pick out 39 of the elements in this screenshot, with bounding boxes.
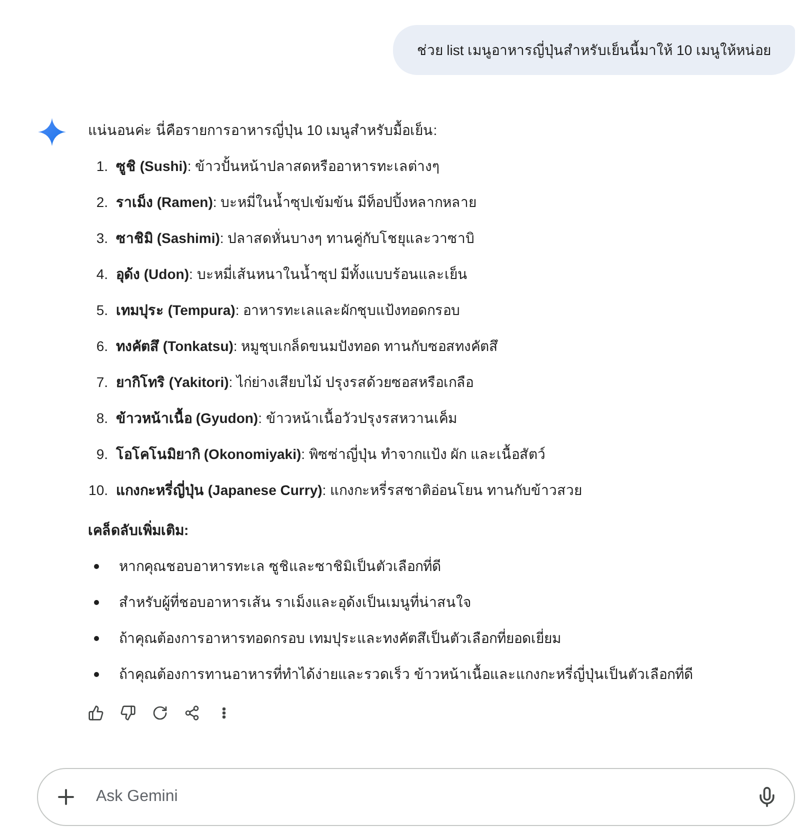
list-number: 8. bbox=[95, 409, 108, 428]
list-number: 1. bbox=[95, 157, 108, 176]
list-item-text: ราเม็ง (Ramen): บะหมี่ในน้ำซุปเข้มข้น มีท็อปปิ้งหลากหลาย bbox=[116, 191, 477, 213]
tip-text: หากคุณชอบอาหารทะเล ซูชิและซาชิมิเป็นตัวเลือกที่ดี bbox=[119, 556, 441, 577]
prompt-field[interactable]: Ask Gemini bbox=[37, 768, 795, 826]
tip-text: ถ้าคุณต้องการอาหารทอดกรอบ เทมปุระและทงคัตสึเป็นตัวเลือกที่ยอดเยี่ยม bbox=[119, 628, 561, 649]
list-number: 6. bbox=[95, 337, 108, 356]
share-button[interactable] bbox=[184, 705, 200, 721]
list-item-text: ข้าวหน้าเนื้อ (Gyudon): ข้าวหน้าเนื้อวัวปรุงรสหวานเค็ม bbox=[116, 407, 457, 429]
list-item-text: ซาชิมิ (Sashimi): ปลาสดหั่นบางๆ ทานคู่กับโชยุและวาซาบิ bbox=[116, 228, 475, 249]
bullet-icon bbox=[94, 636, 99, 640]
bullet-icon bbox=[94, 672, 99, 676]
sparkle-icon bbox=[38, 118, 66, 146]
list-item-text: โอโคโนมิยากิ (Okonomiyaki): พิซซ่าญี่ปุ่น ทำจากแป้ง ผัก และเนื้อสัตว์ bbox=[116, 443, 546, 465]
list-item-text: ซูชิ (Sushi): ข้าวปั้นหน้าปลาสดหรืออาหารทะเลต่างๆ bbox=[116, 155, 440, 177]
regenerate-button[interactable] bbox=[152, 705, 168, 721]
list-item-text: ยากิโทริ (Yakitori): ไก่ย่างเสียบไม้ ปรุงรสด้วยซอสหรือเกลือ bbox=[116, 373, 474, 393]
list-number: 5. bbox=[95, 301, 108, 320]
list-number: 2. bbox=[95, 193, 108, 212]
tip-text: สำหรับผู้ที่ชอบอาหารเส้น ราเม็งและอุด้งเป็นเมนูที่น่าสนใจ bbox=[119, 592, 471, 613]
list-number: 10. bbox=[88, 481, 108, 500]
thumbs-down-button[interactable] bbox=[120, 705, 136, 721]
bullet-icon bbox=[94, 564, 99, 568]
user-message: ช่วย list เมนูอาหารญี่ปุ่นสำหรับเย็นนี้มาให้ 10 เมนูให้หน่อย bbox=[392, 25, 795, 75]
prompt-input[interactable]: Ask Gemini bbox=[96, 785, 756, 809]
list-item-text: เทมปุระ (Tempura): อาหารทะเลและผักชุบแป้งทอดกรอบ bbox=[116, 301, 460, 321]
list-number: 4. bbox=[95, 265, 108, 284]
bullet-icon bbox=[94, 600, 99, 604]
tips-heading: เคล็ดลับเพิ่มเติม: bbox=[88, 519, 190, 540]
list-number: 9. bbox=[95, 445, 108, 464]
list-number: 7. bbox=[95, 373, 108, 392]
more-icon bbox=[222, 707, 226, 719]
tip-text: ถ้าคุณต้องการทานอาหารที่ทำได้ง่ายและรวดเร็ว ข้าวหน้าเนื้อและแกงกะหรี่ญี่ปุ่นเป็นตัวเลือกที่ดี bbox=[119, 663, 693, 685]
list-item-text: อุด้ง (Udon): บะหมี่เส้นหนาในน้ำซุป มีทั้งแบบร้อนและเย็น bbox=[116, 263, 468, 285]
thumbs-up-button[interactable] bbox=[88, 705, 104, 721]
response-intro: แน่นอนค่ะ นี่คือรายการอาหารญี่ปุ่น 10 เมนูสำหรับมื้อเย็น: bbox=[88, 119, 438, 141]
list-item-text: แกงกะหรี่ญี่ปุ่น (Japanese Curry): แกงกะหรี่รสชาติอ่อนโยน ทานกับข้าวสวย bbox=[116, 479, 582, 501]
list-number: 3. bbox=[95, 229, 108, 248]
list-item-text: ทงคัตสึ (Tonkatsu): หมูชุบเกล็ดขนมปังทอด ทานกับซอสทงคัตสึ bbox=[116, 336, 498, 357]
